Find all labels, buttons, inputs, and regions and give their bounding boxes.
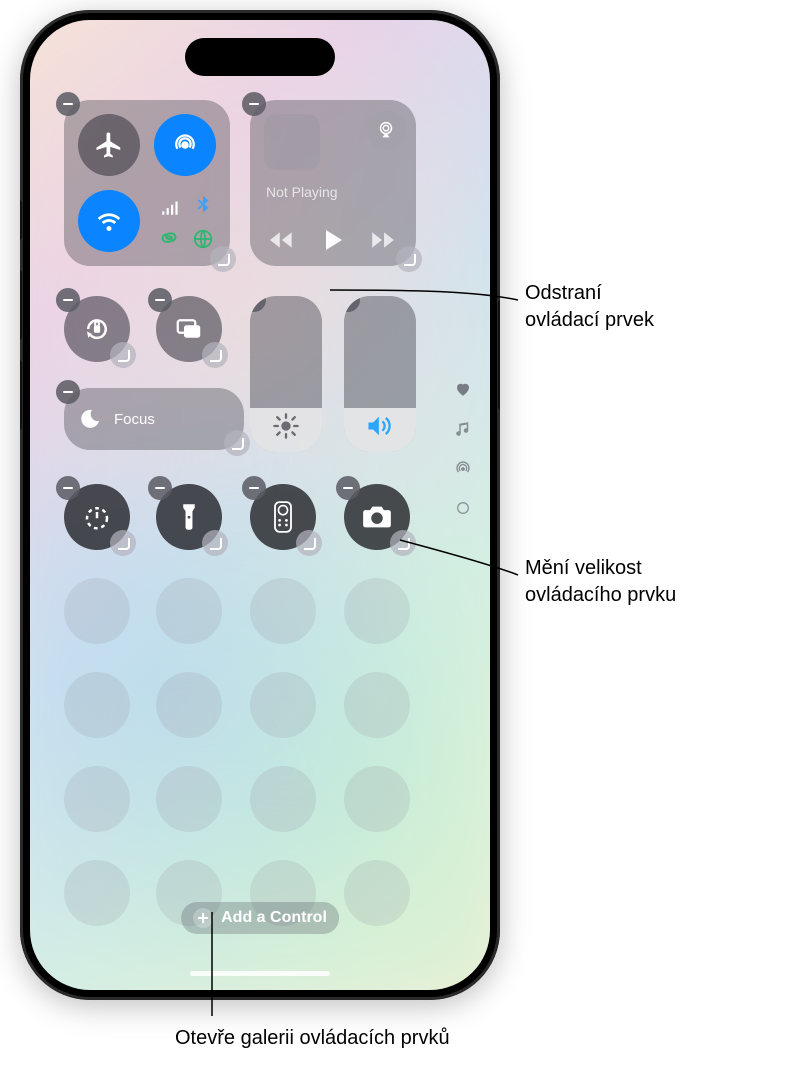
stage: { "media": { "status": "Not Playing" }, … [0, 0, 788, 1081]
callout-leader-lines [0, 0, 788, 1081]
